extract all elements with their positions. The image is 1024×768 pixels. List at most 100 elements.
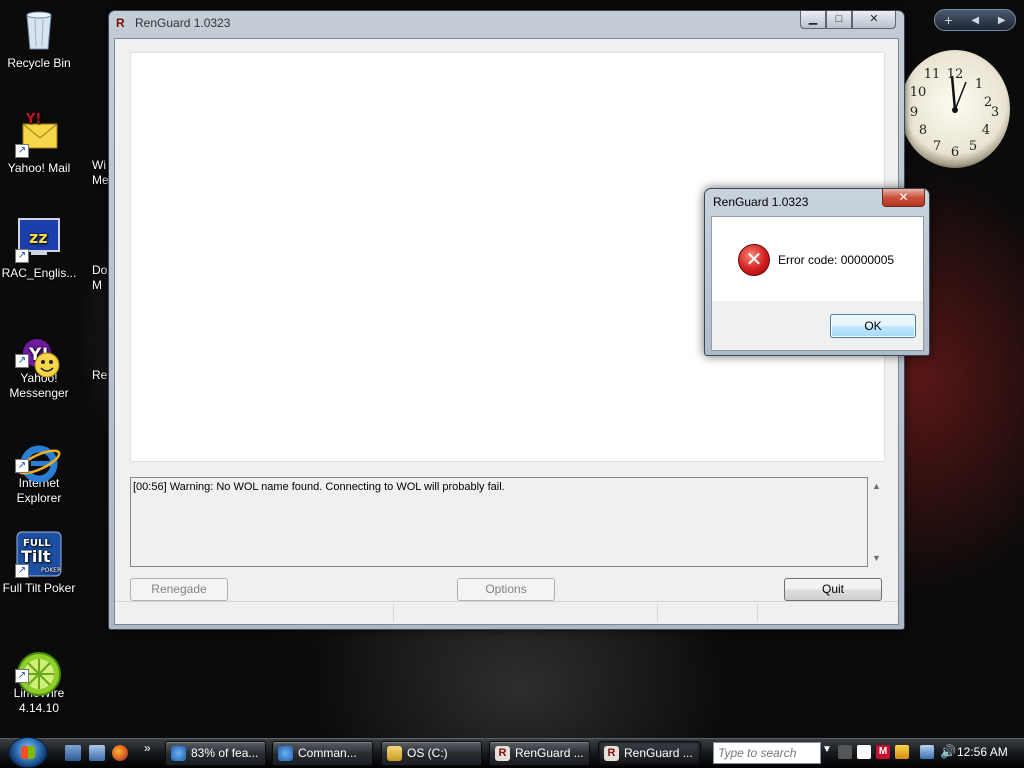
desktop-icon-label: Full Tilt Poker — [2, 581, 76, 595]
limewire-icon: ↗ — [15, 635, 63, 696]
close-button[interactable]: ✕ — [852, 11, 896, 29]
recycle-bin-icon — [15, 5, 63, 53]
taskbar-button[interactable]: OS (C:) — [381, 741, 482, 766]
internet-explorer-icon — [171, 746, 186, 761]
taskbar-button-label: OS (C:) — [407, 746, 448, 760]
sidebar-gadget-toolbar: + ◀ ▶ — [934, 9, 1016, 31]
window-caption-buttons: ▁ □ ✕ — [800, 11, 896, 29]
tray-gmail-icon[interactable] — [857, 745, 871, 759]
taskbar-button[interactable]: Comman... — [272, 741, 373, 766]
error-message: Error code: 00000005 — [778, 253, 895, 267]
renegade-button[interactable]: Renegade — [130, 578, 228, 601]
internet-explorer-icon — [278, 746, 293, 761]
yahoo-mail-icon: Y! ↗ — [15, 110, 63, 158]
svg-text:4: 4 — [982, 123, 990, 138]
desktop-icon-label: Recycle Bin — [7, 56, 71, 70]
desktop-icon-limewire[interactable]: ↗ LimeWire 4.14.10 — [0, 635, 78, 716]
internet-explorer-icon: ↗ — [15, 425, 63, 483]
taskbar-clock[interactable]: 12:56 AM — [957, 745, 1008, 759]
status-bar — [115, 601, 898, 624]
svg-text:11: 11 — [924, 67, 941, 82]
shortcut-arrow-icon: ↗ — [15, 564, 29, 578]
search-dropdown-icon[interactable]: ▼ — [822, 744, 832, 755]
svg-text:1: 1 — [975, 77, 983, 92]
windows-logo-icon — [21, 746, 35, 759]
minimize-button[interactable]: ▁ — [800, 11, 826, 29]
desktop-icon-rac[interactable]: zz ↗ RAC_Englis... — [0, 215, 78, 281]
shortcut-arrow-icon: ↗ — [15, 144, 29, 158]
start-button[interactable] — [8, 737, 48, 768]
svg-text:3: 3 — [991, 105, 999, 120]
svg-text:10: 10 — [910, 85, 927, 100]
desktop-icon-full-tilt-poker[interactable]: FULL Tilt POKER ↗ Full Tilt Poker — [0, 530, 78, 596]
log-output[interactable]: [00:56] Warning: No WOL name found. Conn… — [130, 477, 868, 567]
add-gadget-icon[interactable]: + — [944, 12, 952, 28]
error-icon: ✕ — [738, 244, 770, 276]
desktop-icon-yahoo-messenger[interactable]: Y! ↗ Yahoo! Messenger — [0, 320, 78, 401]
clock-face-icon: 1212 345 678 91011 — [910, 67, 999, 160]
dialog-close-button[interactable]: ✕ — [882, 189, 925, 207]
volume-icon[interactable]: 🔊 — [940, 745, 956, 759]
taskbar-button-label: Comman... — [298, 746, 357, 760]
svg-text:5: 5 — [969, 139, 977, 154]
taskbar-button[interactable]: R RenGuard ... — [489, 741, 590, 766]
dialog-title: RenGuard 1.0323 — [713, 195, 809, 209]
full-tilt-poker-icon: FULL Tilt POKER ↗ — [15, 530, 63, 578]
desktop-icon-internet-explorer[interactable]: ↗ Internet Explorer — [0, 425, 78, 506]
window-title: RenGuard 1.0323 — [135, 16, 231, 30]
taskbar-button-label: 83% of fea... — [191, 746, 259, 760]
status-divider — [657, 604, 658, 622]
taskbar-button-label: RenGuard ... — [624, 746, 693, 760]
show-desktop-icon[interactable] — [65, 745, 81, 761]
dialog-message-area: ✕ Error code: 00000005 — [712, 217, 923, 301]
rac-icon: zz ↗ — [15, 215, 63, 263]
shortcut-arrow-icon: ↗ — [15, 249, 29, 263]
folder-icon — [387, 746, 402, 761]
status-divider — [757, 604, 758, 622]
desktop-icon-recycle-bin[interactable]: Recycle Bin — [0, 5, 78, 71]
desktop-icon-label: Yahoo! Mail — [7, 161, 71, 175]
switch-windows-icon[interactable] — [89, 745, 105, 761]
svg-text:6: 6 — [951, 145, 959, 160]
tray-mcafee-icon[interactable]: M — [876, 745, 890, 759]
options-button[interactable]: Options — [457, 578, 555, 601]
scroll-down-icon[interactable]: ▼ — [868, 553, 885, 563]
ok-button[interactable]: OK — [830, 314, 916, 338]
next-gadget-icon[interactable]: ▶ — [998, 15, 1006, 26]
shortcut-arrow-icon: ↗ — [15, 354, 29, 368]
dialog-body: ✕ Error code: 00000005 OK — [711, 216, 924, 351]
desktop-icon-label: RAC_Englis... — [1, 266, 77, 280]
svg-text:zz: zz — [29, 228, 48, 247]
renguard-icon: R — [604, 746, 619, 761]
scroll-up-icon[interactable]: ▲ — [868, 481, 885, 491]
svg-text:POKER: POKER — [41, 567, 61, 574]
tray-small-icon[interactable] — [838, 745, 852, 759]
shortcut-arrow-icon: ↗ — [15, 669, 29, 683]
taskbar-button-active[interactable]: R RenGuard ... — [598, 741, 701, 766]
previous-gadget-icon[interactable]: ◀ — [971, 15, 979, 26]
taskbar-button[interactable]: 83% of fea... — [165, 741, 266, 766]
error-dialog[interactable]: RenGuard 1.0323 ✕ ✕ Error code: 00000005… — [704, 188, 930, 356]
svg-text:12: 12 — [947, 67, 964, 82]
svg-text:7: 7 — [933, 139, 941, 154]
shortcut-arrow-icon: ↗ — [15, 459, 29, 473]
renguard-app-icon: R — [116, 16, 125, 30]
log-scrollbar[interactable]: ▲ ▼ — [868, 477, 885, 567]
status-divider — [393, 604, 394, 622]
network-icon[interactable] — [920, 745, 934, 759]
clock-gadget[interactable]: 12 1 2 345 678 9 10 11 — [900, 50, 1010, 168]
log-line: [00:56] Warning: No WOL name found. Conn… — [133, 481, 505, 493]
svg-text:9: 9 — [910, 105, 918, 120]
tray-messenger-icon[interactable] — [895, 745, 909, 759]
desktop-icon-yahoo-mail[interactable]: Y! ↗ Yahoo! Mail — [0, 110, 78, 176]
firefox-icon[interactable] — [112, 745, 128, 761]
svg-text:Y!: Y! — [25, 112, 41, 127]
quit-button[interactable]: Quit — [784, 578, 882, 601]
yahoo-messenger-icon: Y! ↗ — [15, 320, 63, 378]
maximize-button[interactable]: □ — [826, 11, 852, 29]
taskbar-button-label: RenGuard ... — [515, 746, 584, 760]
search-input[interactable]: Type to search — [713, 742, 821, 764]
renguard-icon: R — [495, 746, 510, 761]
quick-launch-chevron-icon[interactable]: » — [144, 741, 151, 755]
svg-text:8: 8 — [919, 123, 927, 138]
